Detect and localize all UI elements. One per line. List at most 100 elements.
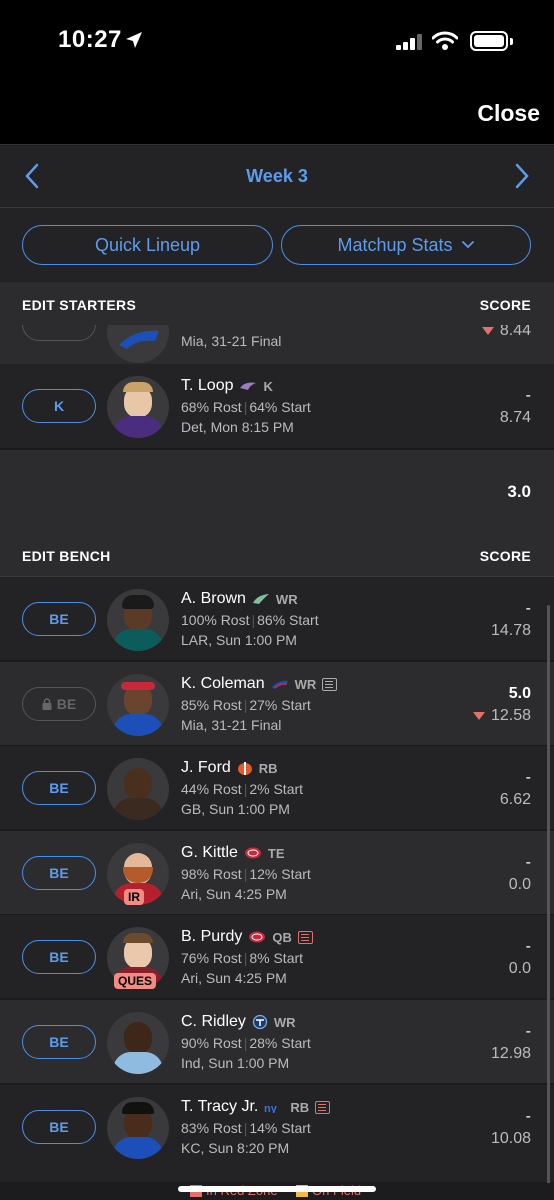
signal-icon (396, 34, 422, 50)
player-game: LAR, Sun 1:00 PM (181, 632, 297, 648)
player-name[interactable]: J. Ford (181, 759, 231, 777)
starter-row[interactable]: K T. Loop K 68% Rost | 64% Start Det, Mon … (0, 364, 554, 449)
player-name-line: A. Brown WR (181, 590, 298, 608)
player-position: RB (290, 1099, 310, 1115)
player-projected: 12.98 (490, 1045, 531, 1062)
player-game: KC, Sun 8:20 PM (181, 1140, 290, 1156)
avatar (107, 674, 169, 736)
trend-down-icon (472, 712, 485, 720)
lock-icon (42, 698, 52, 710)
player-ownership: 90% Rost | 28% Start (181, 1035, 311, 1051)
player-position: WR (294, 676, 317, 692)
player-name[interactable]: T. Tracy Jr. (181, 1098, 258, 1116)
player-name-line: K. Coleman WR (181, 675, 338, 693)
player-name[interactable]: C. Ridley (181, 1013, 246, 1031)
player-ownership: 68% Rost | 64% Start (181, 399, 311, 415)
49ers-logo-icon (249, 931, 266, 943)
bench-row[interactable]: BE A. Brown WR 100% Rost | 86% Start LAR, … (0, 577, 554, 661)
player-name[interactable]: K. Coleman (181, 675, 265, 693)
news-icon[interactable] (297, 930, 313, 944)
trend-down-icon (481, 327, 494, 335)
bench-row[interactable]: BE K. Coleman WR 85% Rost | 27% Start Mia,… (0, 662, 554, 746)
home-indicator[interactable] (178, 1186, 376, 1192)
player-ownership: 100% Rost | 86% Start (181, 612, 319, 628)
player-projected: 6.62 (499, 791, 531, 808)
player-name-line: T. Loop K (181, 377, 273, 395)
player-points: - (525, 938, 531, 955)
battery-icon (470, 31, 508, 51)
matchup-stats-label: Matchup Stats (337, 234, 453, 255)
player-name[interactable]: B. Purdy (181, 928, 242, 946)
player-ownership: 44% Rost | 2% Start (181, 781, 304, 797)
player-projected: 8.74 (499, 409, 531, 426)
week-label: Week 3 (246, 166, 308, 186)
player-name-line: T. Tracy Jr. ny RB (181, 1098, 331, 1116)
player-ownership: 98% Rost | 12% Start (181, 866, 311, 882)
player-points: - (525, 387, 531, 404)
bench-row[interactable]: BE IR G. Kittle TE 98% Rost | 12% Start Ar… (0, 831, 554, 915)
news-icon[interactable] (315, 1100, 331, 1114)
slot-button[interactable]: BE (22, 771, 96, 805)
starters-title: EDIT STARTERS (22, 297, 137, 313)
player-points: 5.0 (508, 685, 531, 702)
player-name-line: J. Ford RB (181, 759, 278, 777)
player-projected: 0.0 (508, 876, 531, 893)
starters-total-row: 3.0 (0, 449, 554, 533)
player-points: - (525, 600, 531, 617)
player-projected: 14.78 (490, 622, 531, 639)
player-name[interactable]: T. Loop (181, 377, 233, 395)
player-name[interactable]: A. Brown (181, 590, 246, 608)
avatar (107, 1097, 169, 1159)
scrollbar[interactable] (547, 605, 550, 1195)
bench-row[interactable]: BE J. Ford RB 44% Rost | 2% Start GB, Sun … (0, 746, 554, 830)
player-name-line: C. Ridley WR (181, 1013, 296, 1031)
player-name[interactable]: G. Kittle (181, 844, 238, 862)
player-position: WR (275, 591, 298, 607)
quick-lineup-button[interactable]: Quick Lineup (22, 225, 273, 265)
browns-logo-icon (237, 762, 252, 775)
player-ownership: 76% Rost | 8% Start (181, 950, 304, 966)
slot-button[interactable]: BE (22, 940, 96, 974)
slot-button[interactable]: BE (22, 856, 96, 890)
svg-text:ny: ny (264, 1103, 278, 1113)
matchup-stats-button[interactable]: Matchup Stats (281, 225, 531, 265)
49ers-logo-icon (244, 847, 261, 859)
player-game: Ari, Sun 4:25 PM (181, 886, 287, 902)
player-game: Mia, 31-21 Final (181, 333, 282, 349)
player-position: WR (273, 1014, 296, 1030)
week-navigator: Week 3 (0, 146, 554, 208)
bench-header: EDIT BENCH SCORE (0, 533, 554, 577)
player-game: Ind, Sun 1:00 PM (181, 1055, 290, 1071)
bench-score-label: SCORE (479, 548, 531, 564)
ravens-logo-icon (240, 382, 257, 390)
bench-row[interactable]: BE T. Tracy Jr. ny RB 83% Rost | 14% Start… (0, 1085, 554, 1183)
slot-button[interactable]: BE (22, 1025, 96, 1059)
player-projected: 0.0 (508, 960, 531, 977)
starters-total: 3.0 (507, 482, 531, 501)
bench-row[interactable]: BE QUES B. Purdy QB 76% Rost | 8% Start Ar… (0, 915, 554, 999)
player-points: - (525, 1023, 531, 1040)
location-arrow-icon (126, 32, 142, 48)
eagles-logo-icon (252, 594, 269, 604)
avatar (107, 376, 169, 438)
chevron-right-icon[interactable] (514, 163, 530, 189)
slot-button[interactable]: BE (22, 602, 96, 636)
slot-button[interactable]: BE (22, 1110, 96, 1144)
avatar (107, 325, 169, 363)
player-position: RB (258, 760, 278, 776)
player-game: Mia, 31-21 Final (181, 717, 282, 733)
avatar (107, 758, 169, 820)
player-projected: 10.08 (490, 1130, 531, 1147)
news-icon[interactable] (322, 677, 338, 691)
chevron-down-icon (461, 241, 474, 249)
player-game: GB, Sun 1:00 PM (181, 801, 290, 817)
player-points: - (525, 769, 531, 786)
close-button[interactable]: Close (477, 100, 540, 127)
wifi-icon (432, 31, 458, 50)
slot-button[interactable]: K (22, 389, 96, 423)
bench-row[interactable]: BE C. Ridley WR 90% Rost | 28% Start Ind, … (0, 1000, 554, 1084)
player-ownership: 85% Rost | 27% Start (181, 697, 311, 713)
player-game: Det, Mon 8:15 PM (181, 419, 294, 435)
starters-header: EDIT STARTERS SCORE (0, 282, 554, 326)
starter-row-partial[interactable]: Mia, 31-21 Final 8.44 (0, 325, 554, 364)
